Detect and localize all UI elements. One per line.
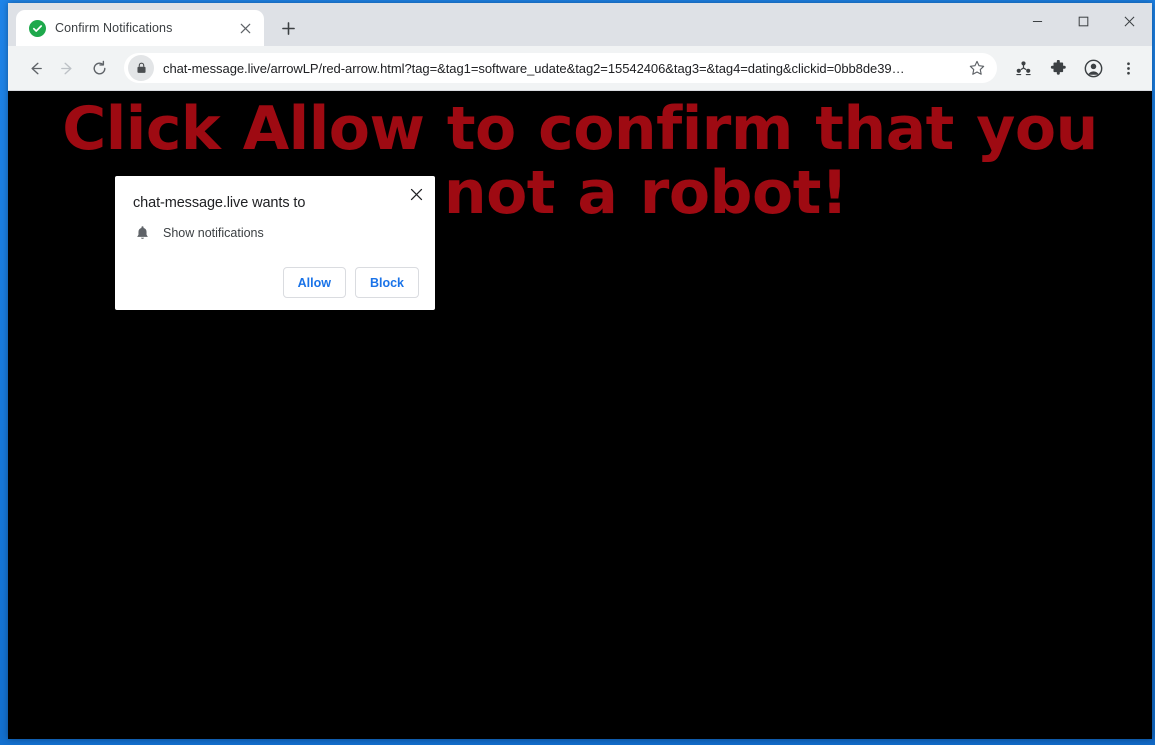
- page-content: Click Allow to confirm that you are not …: [8, 91, 1152, 739]
- close-window-icon[interactable]: [1106, 3, 1152, 39]
- lock-icon[interactable]: [128, 55, 154, 81]
- tab-title: Confirm Notifications: [55, 21, 173, 35]
- block-button[interactable]: Block: [354, 267, 419, 298]
- forward-arrow-icon[interactable]: [52, 53, 83, 84]
- reload-icon[interactable]: [84, 53, 115, 84]
- desktop-background: Confirm Notifications chat-message.live/…: [0, 0, 1155, 745]
- window-controls: [1014, 3, 1152, 39]
- dialog-title: chat-message.live wants to: [133, 195, 306, 211]
- new-tab-button[interactable]: [274, 14, 302, 42]
- browser-toolbar: chat-message.live/arrowLP/red-arrow.html…: [8, 46, 1152, 91]
- green-check-circle-icon: [29, 19, 46, 37]
- allow-button[interactable]: Allow: [282, 267, 346, 298]
- minimize-icon[interactable]: [1014, 3, 1060, 39]
- profile-share-icon[interactable]: [1008, 53, 1038, 83]
- close-icon[interactable]: [403, 181, 429, 207]
- puzzle-piece-icon[interactable]: [1043, 53, 1073, 83]
- permission-row: Show notifications: [131, 225, 419, 241]
- notification-permission-dialog: chat-message.live wants to Show notifica…: [115, 176, 435, 310]
- browser-tab[interactable]: Confirm Notifications: [16, 10, 264, 46]
- url-text: chat-message.live/arrowLP/red-arrow.html…: [163, 60, 905, 76]
- back-arrow-icon[interactable]: [20, 53, 51, 84]
- three-dot-menu-icon[interactable]: [1113, 53, 1143, 83]
- account-avatar-icon[interactable]: [1078, 53, 1108, 83]
- close-icon[interactable]: [235, 18, 255, 38]
- permission-label: Show notifications: [163, 226, 264, 240]
- tab-strip: Confirm Notifications: [8, 3, 1152, 46]
- browser-window: Confirm Notifications chat-message.live/…: [8, 3, 1152, 739]
- bookmark-star-icon[interactable]: [963, 54, 991, 82]
- bell-icon: [135, 225, 150, 241]
- maximize-icon[interactable]: [1060, 3, 1106, 39]
- address-bar[interactable]: chat-message.live/arrowLP/red-arrow.html…: [124, 53, 997, 83]
- dialog-actions: Allow Block: [131, 267, 419, 298]
